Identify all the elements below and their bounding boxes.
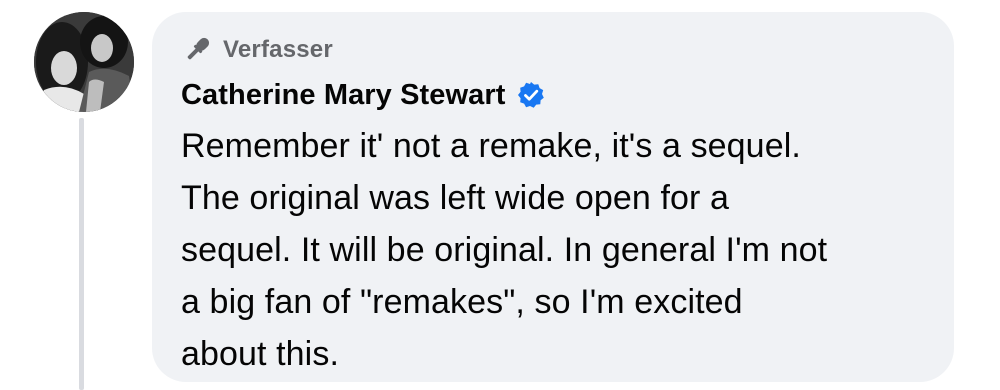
author-badge-label: Verfasser <box>223 36 333 63</box>
verified-badge-icon <box>516 80 546 110</box>
author-badge: Verfasser <box>181 34 926 66</box>
author-name[interactable]: Catherine Mary Stewart <box>181 79 506 112</box>
author-row: Catherine Mary Stewart <box>181 78 926 112</box>
comment-text: Remember it' not a remake, it's a sequel… <box>181 127 828 373</box>
avatar[interactable] <box>34 12 134 112</box>
comment-bubble: Verfasser Catherine Mary Stewart Remembe… <box>152 12 954 382</box>
avatar-photo <box>34 12 134 112</box>
thread-line <box>79 118 84 390</box>
microphone-icon <box>181 35 213 65</box>
